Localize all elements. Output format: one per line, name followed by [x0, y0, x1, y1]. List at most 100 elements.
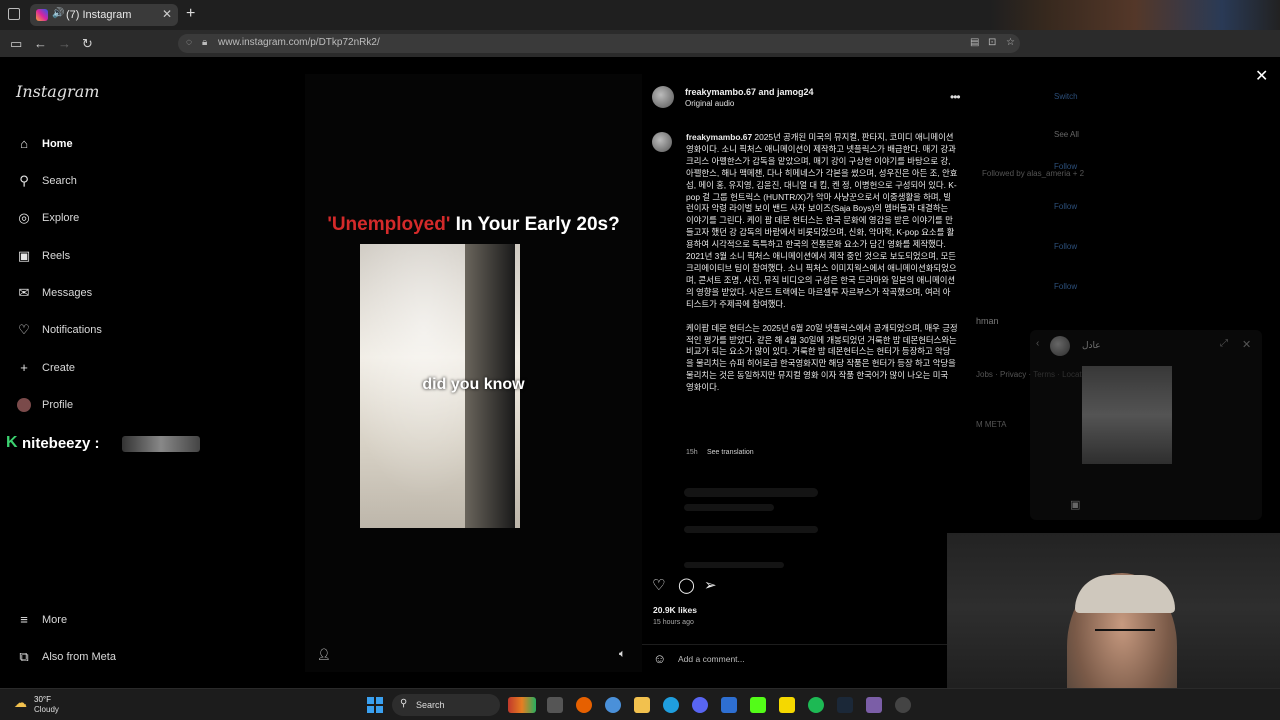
close-tab-icon[interactable]: ✕ [162, 7, 172, 21]
volume-icon[interactable]: 🔈︎ [619, 648, 626, 661]
tab-title: (7) Instagram [66, 9, 132, 21]
obs-icon[interactable] [866, 697, 882, 713]
follow-link[interactable]: Follow [1054, 282, 1077, 291]
stream-chat-overlay: K nitebeezy : [4, 434, 204, 454]
expand-icon[interactable]: ⤢ [1220, 338, 1228, 349]
streamer-glasses [1095, 629, 1155, 637]
more-options-icon[interactable]: ••• [950, 90, 961, 104]
url-text[interactable]: www.instagram.com/p/DTkp72nRk2/ [218, 37, 380, 48]
owner-avatar[interactable] [652, 86, 674, 108]
bookmark-star-icon[interactable]: ☆ [1006, 37, 1015, 48]
nav-item-explore[interactable]: ◎ Explore [16, 206, 206, 230]
dm-avatar[interactable] [1050, 336, 1070, 356]
tagged-user-icon[interactable]: 👤︎ [317, 648, 331, 661]
url-bar[interactable]: ◌ 🔒︎ www.instagram.com/p/DTkp72nRk2/ ▤ ⊡… [178, 34, 1020, 53]
app-icon[interactable] [605, 697, 621, 713]
back-chevron-icon[interactable]: ‹ [1036, 338, 1039, 349]
nav-label: More [42, 614, 68, 626]
nav-label: Create [42, 362, 76, 374]
nav-item-notifications[interactable]: ♡ Notifications [16, 318, 206, 342]
caption-avatar[interactable] [652, 132, 672, 152]
meta-icon: ⧉ [19, 649, 29, 664]
nav-label: Also from Meta [42, 651, 116, 663]
post-age: 15 hours ago [653, 619, 694, 626]
loading-placeholder [684, 526, 818, 533]
lock-icon[interactable]: 🔒︎ [202, 37, 207, 48]
video-headline: 'Unemployed' In Your Early 20s? [305, 214, 642, 236]
heart-icon: ♡ [18, 322, 30, 337]
chat-emote-image [122, 436, 200, 452]
loading-placeholder [684, 488, 818, 497]
nav-item-profile[interactable]: Profile [16, 393, 206, 417]
file-explorer-icon[interactable] [634, 697, 650, 713]
like-heart-icon[interactable]: ♡ [652, 576, 665, 594]
comment-input[interactable] [678, 652, 958, 666]
reader-mode-icon[interactable]: ▤ [970, 37, 979, 48]
close-modal-icon[interactable]: ✕ [1255, 66, 1268, 86]
firefox-icon[interactable] [576, 697, 592, 713]
taskbar-search-label: Search [416, 700, 445, 710]
audio-link[interactable]: Original audio [685, 99, 734, 108]
new-tab-button[interactable]: + [186, 5, 195, 23]
instagram-logo[interactable]: Instagram [16, 82, 99, 101]
chat-username: nitebeezy : [22, 435, 100, 452]
weather-condition[interactable]: Cloudy [34, 705, 59, 714]
switch-link[interactable]: Switch [1054, 92, 1078, 101]
reload-icon[interactable]: ↻ [82, 36, 93, 52]
dm-contact-name: عادل [1082, 340, 1101, 350]
app-icon[interactable] [895, 697, 911, 713]
forward-arrow-icon[interactable]: → [58, 36, 71, 51]
comment-bubble-icon[interactable]: ◯ [678, 576, 695, 594]
weather-temperature[interactable]: 30°F [34, 695, 51, 704]
widget-thumbnail[interactable] [508, 697, 536, 713]
taskbar-search[interactable]: ⚲ Search [392, 694, 500, 716]
chat-platform-icon: K [6, 434, 18, 451]
discord-icon[interactable] [692, 697, 708, 713]
follow-link[interactable]: Follow [1054, 242, 1077, 251]
speaker-icon[interactable]: 🔊 [52, 8, 64, 19]
caption-time: 15h [686, 449, 698, 456]
dm-shared-reel-thumbnail[interactable] [1082, 366, 1172, 464]
sidebar-toggle-icon[interactable]: ▭ [10, 36, 22, 52]
sticky-notes-icon[interactable] [779, 697, 795, 713]
browser-tab-instagram[interactable]: 🔊 (7) Instagram ✕ [30, 4, 178, 26]
back-arrow-icon[interactable]: ← [34, 36, 47, 51]
post-owners[interactable]: freakymambo.67 and jamog24 [685, 87, 814, 97]
emoji-icon[interactable]: ☺ [653, 651, 666, 666]
nav-item-reels[interactable]: ▣ Reels [16, 244, 206, 268]
kick-icon[interactable] [750, 697, 766, 713]
close-dm-icon[interactable]: ✕ [1242, 338, 1251, 351]
caption-paragraph-1: 2025년 공개된 미국의 뮤지컬, 판타지, 코미디 애니메이션 영화이다. … [686, 132, 958, 309]
nav-item-home[interactable]: ⌂ Home [16, 132, 206, 156]
shield-icon[interactable]: ◌ [186, 37, 192, 48]
likes-count[interactable]: 20.9K likes [653, 605, 697, 615]
followed-by-text: Followed by alas_ameria + 2 [982, 169, 1085, 178]
nav-label: Reels [42, 250, 71, 262]
screenshot-icon[interactable]: ⊡ [988, 37, 996, 48]
caption-username[interactable]: freakymambo.67 [686, 132, 752, 142]
nav-item-also-from-meta[interactable]: ⧉ Also from Meta [16, 645, 206, 669]
share-paper-plane-icon[interactable]: ➢ [704, 576, 717, 594]
see-all-link[interactable]: See All [1054, 130, 1079, 139]
weather-cloud-icon[interactable]: ☁ [14, 695, 27, 711]
search-icon: ⚲ [19, 173, 29, 188]
home-icon: ⌂ [20, 136, 28, 151]
nav-item-messages[interactable]: ✉ Messages [16, 281, 206, 305]
edge-icon[interactable] [663, 697, 679, 713]
store-icon[interactable] [721, 697, 737, 713]
follow-link[interactable]: Follow [1054, 202, 1077, 211]
message-preview-window[interactable]: ‹ عادل ⤢ ✕ ▣ [1030, 330, 1262, 520]
see-translation-link[interactable]: See translation [707, 449, 754, 456]
reel-video[interactable]: 'Unemployed' In Your Early 20s? did you … [305, 74, 642, 672]
post-actions: ♡ ◯ ➢ [652, 576, 752, 594]
spotify-icon[interactable] [808, 697, 824, 713]
nav-item-search[interactable]: ⚲ Search [16, 169, 206, 193]
streamer-hat [1075, 575, 1175, 613]
start-button[interactable] [367, 697, 383, 713]
steam-icon[interactable] [837, 697, 853, 713]
nav-item-create[interactable]: + Create [16, 356, 206, 380]
loading-placeholder [684, 562, 784, 568]
task-view-icon[interactable] [547, 697, 563, 713]
tab-actions-icon[interactable] [8, 8, 20, 20]
nav-item-more[interactable]: ≡ More [16, 608, 206, 632]
